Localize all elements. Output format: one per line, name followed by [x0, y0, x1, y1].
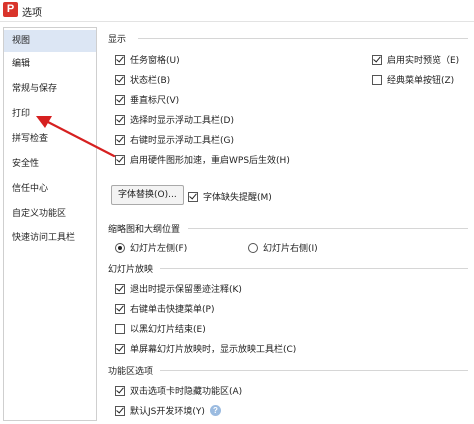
sidebar-item-spellcheck[interactable]: 拼写检查 — [4, 128, 96, 150]
sidebar-item-customize-ribbon[interactable]: 自定义功能区 — [4, 203, 96, 225]
option-hardware-acceleration[interactable]: 启用硬件图形加速，重启WPS后生效(H) — [115, 153, 290, 166]
checkbox[interactable] — [372, 74, 382, 85]
option-keep-ink[interactable]: 退出时提示保留墨迹注释(K) — [115, 282, 242, 295]
section-title-slideshow: 幻灯片放映 — [108, 262, 158, 275]
window-title: 选项 — [22, 8, 42, 19]
option-live-preview[interactable]: 启用实时预览（E) — [372, 53, 459, 66]
option-float-toolbar-rightclick[interactable]: 右键时显示浮动工具栏(G) — [115, 133, 234, 146]
option-vertical-ruler[interactable]: 垂直标尺(V) — [115, 93, 179, 106]
section-title-display: 显示 — [108, 32, 131, 45]
radio-button[interactable] — [115, 242, 125, 253]
option-font-missing-hint[interactable]: 字体缺失提醒(M) — [188, 190, 272, 203]
radio-button[interactable] — [248, 242, 258, 253]
section-title-thumbnail: 缩略图和大纲位置 — [108, 222, 185, 235]
checkbox[interactable] — [372, 54, 382, 65]
checkbox[interactable] — [115, 303, 125, 314]
option-show-slideshow-toolbar[interactable]: 单屏幕幻灯片放映时，显示放映工具栏(C) — [115, 342, 296, 355]
radio-slide-left[interactable]: 幻灯片左侧(F) — [115, 241, 187, 254]
checkbox[interactable] — [115, 94, 125, 105]
checkbox[interactable] — [115, 385, 125, 396]
checkbox[interactable] — [115, 343, 125, 354]
option-status-bar[interactable]: 状态栏(B) — [115, 73, 170, 86]
sidebar-item-security[interactable]: 安全性 — [4, 153, 96, 175]
sidebar-item-general-save[interactable]: 常规与保存 — [4, 78, 96, 100]
options-main-panel: 显示 任务窗格(U) 状态栏(B) 垂直标尺(V) 选择时显示浮动工具栏(D) … — [108, 27, 474, 424]
options-sidebar: 视图 编辑 常规与保存 打印 拼写检查 安全性 信任中心 自定义功能区 快速访问… — [3, 27, 97, 421]
font-replace-button[interactable]: 字体替换(O)... — [111, 185, 184, 205]
checkbox[interactable] — [115, 54, 125, 65]
radio-slide-right[interactable]: 幻灯片右侧(I) — [248, 241, 318, 254]
sidebar-item-quick-access-toolbar[interactable]: 快速访问工具栏 — [4, 227, 96, 249]
checkbox[interactable] — [115, 405, 125, 416]
option-right-click-menu[interactable]: 右键单击快捷菜单(P) — [115, 302, 214, 315]
option-hide-ribbon-dblclick[interactable]: 双击选项卡时隐藏功能区(A) — [115, 384, 242, 397]
option-end-black-slide[interactable]: 以黑幻灯片结束(E) — [115, 322, 206, 335]
section-divider — [160, 370, 468, 371]
option-default-js-env[interactable]: 默认JS开发环境(Y) ? — [115, 404, 221, 417]
checkbox[interactable] — [115, 154, 125, 165]
sidebar-item-view[interactable]: 视图 — [4, 30, 96, 52]
section-divider — [138, 38, 468, 39]
sidebar-item-trust-center[interactable]: 信任中心 — [4, 178, 96, 200]
option-float-toolbar-select[interactable]: 选择时显示浮动工具栏(D) — [115, 113, 234, 126]
checkbox[interactable] — [115, 114, 125, 125]
section-divider — [160, 268, 468, 269]
checkbox[interactable] — [188, 191, 198, 202]
checkbox[interactable] — [115, 134, 125, 145]
checkbox[interactable] — [115, 74, 125, 85]
option-task-pane[interactable]: 任务窗格(U) — [115, 53, 180, 66]
checkbox[interactable] — [115, 283, 125, 294]
title-bar: P 选项 — [0, 0, 474, 22]
help-icon[interactable]: ? — [209, 405, 221, 416]
checkbox[interactable] — [115, 323, 125, 334]
wps-presentation-icon: P — [3, 2, 18, 17]
sidebar-item-print[interactable]: 打印 — [4, 103, 96, 125]
section-divider — [188, 228, 468, 229]
sidebar-item-edit[interactable]: 编辑 — [4, 53, 96, 75]
option-classic-menu-button[interactable]: 经典菜单按钮(Z) — [372, 73, 454, 86]
section-title-ribbon: 功能区选项 — [108, 364, 158, 377]
